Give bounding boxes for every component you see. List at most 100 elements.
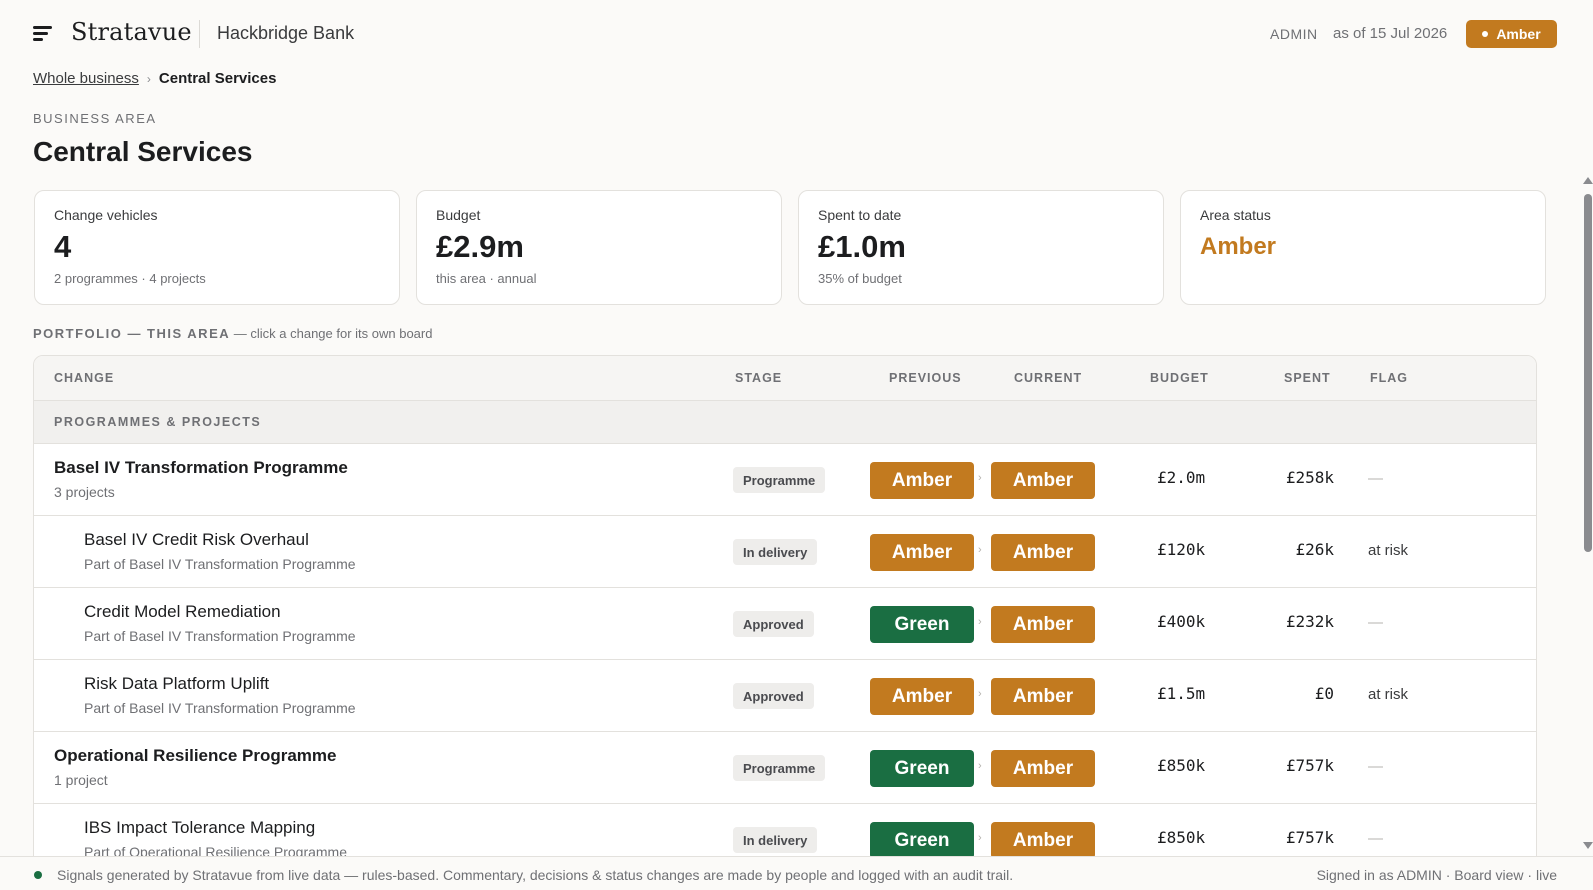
breadcrumb: Whole business › Central Services <box>33 70 276 87</box>
flag-value: at risk <box>1368 686 1409 703</box>
previous-status-badge: Amber <box>870 678 974 715</box>
spent-value: £757k <box>1285 828 1334 847</box>
stat-card-change-vehicles: Change vehicles 4 2 programmes · 4 proje… <box>34 190 400 305</box>
column-header-budget[interactable]: BUDGET <box>1150 371 1209 385</box>
page: Stratavue Hackbridge Bank ADMIN as of 15… <box>0 0 1593 890</box>
current-status-badge: Amber <box>991 534 1095 571</box>
status-arrow-icon: › <box>978 760 982 772</box>
stat-value: 4 <box>54 229 72 264</box>
group-label: PROGRAMMES & PROJECTS <box>54 415 262 429</box>
spent-value: £232k <box>1285 612 1334 631</box>
project-row[interactable]: Basel IV Credit Risk Overhaul Part of Bas… <box>34 516 1536 588</box>
scrollbar-thumb[interactable] <box>1584 194 1592 552</box>
stat-label: Change vehicles <box>54 207 158 223</box>
footer-session-info: Signed in as ADMIN · Board view · live <box>1316 867 1557 883</box>
as-of-date: as of 15 Jul 2026 <box>1333 25 1448 42</box>
stat-sub: 35% of budget <box>818 271 902 286</box>
scroll-up-arrow-icon[interactable] <box>1583 177 1593 184</box>
status-badge-label: Amber <box>1496 26 1541 42</box>
flag-value: — <box>1368 614 1383 631</box>
project-row[interactable]: Risk Data Platform Uplift Part of Basel I… <box>34 660 1536 732</box>
change-name: IBS Impact Tolerance Mapping <box>84 818 316 837</box>
change-subtitle: 1 project <box>54 772 108 788</box>
breadcrumb-whole-business-link[interactable]: Whole business <box>33 70 139 87</box>
column-header-previous[interactable]: PREVIOUS <box>889 371 962 385</box>
spent-value: £757k <box>1285 756 1334 775</box>
current-status-badge: Amber <box>991 462 1095 499</box>
user-role: ADMIN <box>1270 26 1318 42</box>
portfolio-table: CHANGE STAGE PREVIOUS CURRENT BUDGET SPE… <box>33 355 1537 890</box>
stage-badge: Approved <box>733 611 814 637</box>
page-title: Central Services <box>33 136 253 167</box>
scroll-down-arrow-icon[interactable] <box>1583 842 1593 849</box>
previous-status-badge: Green <box>870 606 974 643</box>
change-name: Operational Resilience Programme <box>54 746 337 765</box>
previous-status-badge: Green <box>870 750 974 787</box>
spent-value: £0 <box>1314 684 1334 703</box>
footer-note: Signals generated by Stratavue from live… <box>57 867 1014 883</box>
flag-value: — <box>1368 830 1383 847</box>
change-subtitle: 3 projects <box>54 484 115 500</box>
stage-badge: Approved <box>733 683 814 709</box>
footer: Signals generated by Stratavue from live… <box>0 856 1593 890</box>
project-row[interactable]: Credit Model Remediation Part of Basel IV… <box>34 588 1536 660</box>
change-name: Basel IV Transformation Programme <box>54 458 348 477</box>
current-status-badge: Amber <box>991 606 1095 643</box>
portfolio-label: PORTFOLIO — THIS AREA <box>33 326 231 341</box>
overall-status-badge: Amber <box>1466 20 1557 48</box>
brand-logo[interactable]: Stratavue <box>71 18 192 46</box>
brand-divider <box>199 20 200 48</box>
page-eyebrow: BUSINESS AREA <box>33 111 157 126</box>
status-arrow-icon: › <box>978 688 982 700</box>
stat-value: £1.0m <box>818 229 906 264</box>
stat-label: Area status <box>1200 207 1271 223</box>
stat-card-area-status: Area status Amber <box>1180 190 1546 305</box>
status-arrow-icon: › <box>978 472 982 484</box>
stat-sub: this area · annual <box>436 271 537 286</box>
current-status-badge: Amber <box>991 750 1095 787</box>
flag-value: at risk <box>1368 542 1409 559</box>
portfolio-hint: — click a change for its own board <box>233 326 433 341</box>
column-header-change[interactable]: CHANGE <box>54 371 114 385</box>
spent-value: £26k <box>1295 540 1334 559</box>
stat-label: Budget <box>436 207 481 223</box>
live-indicator-icon <box>34 871 42 879</box>
current-status-badge: Amber <box>991 822 1095 859</box>
change-subtitle: Part of Basel IV Transformation Programm… <box>84 700 356 716</box>
programme-row[interactable]: Operational Resilience Programme 1 projec… <box>34 732 1536 804</box>
portfolio-section-label: PORTFOLIO — THIS AREA — click a change f… <box>33 326 432 341</box>
stat-sub: 2 programmes · 4 projects <box>54 271 206 286</box>
table-header: CHANGE STAGE PREVIOUS CURRENT BUDGET SPE… <box>34 356 1536 401</box>
previous-status-badge: Amber <box>870 462 974 499</box>
stat-value: Amber <box>1200 233 1277 260</box>
bank-name: Hackbridge Bank <box>217 23 355 43</box>
status-arrow-icon: › <box>978 544 982 556</box>
change-name: Risk Data Platform Uplift <box>84 674 270 693</box>
previous-status-badge: Green <box>870 822 974 859</box>
programme-row[interactable]: Basel IV Transformation Programme 3 proje… <box>34 444 1536 516</box>
change-name: Credit Model Remediation <box>84 602 281 621</box>
change-subtitle: Part of Basel IV Transformation Programm… <box>84 556 356 572</box>
stage-badge: In delivery <box>733 827 818 853</box>
change-name: Basel IV Credit Risk Overhaul <box>84 530 309 549</box>
stat-value: £2.9m <box>436 229 524 264</box>
status-dot-icon <box>1482 31 1489 37</box>
stage-badge: Programme <box>733 467 826 493</box>
previous-status-badge: Amber <box>870 534 974 571</box>
column-header-spent[interactable]: SPENT <box>1284 371 1331 385</box>
stage-badge: In delivery <box>733 539 818 565</box>
stat-card-spent: Spent to date £1.0m 35% of budget <box>798 190 1164 305</box>
flag-value: — <box>1368 470 1383 487</box>
status-arrow-icon: › <box>978 832 982 844</box>
stage-badge: Programme <box>733 755 826 781</box>
column-header-current[interactable]: CURRENT <box>1014 371 1082 385</box>
flag-value: — <box>1368 758 1383 775</box>
column-header-stage[interactable]: STAGE <box>735 371 782 385</box>
table-group-header: PROGRAMMES & PROJECTS <box>34 401 1536 444</box>
current-status-badge: Amber <box>991 678 1095 715</box>
menu-icon[interactable] <box>33 26 53 42</box>
breadcrumb-current: Central Services <box>158 70 277 87</box>
stat-card-budget: Budget £2.9m this area · annual <box>416 190 782 305</box>
column-header-flag[interactable]: FLAG <box>1370 371 1408 385</box>
stat-label: Spent to date <box>818 207 902 223</box>
